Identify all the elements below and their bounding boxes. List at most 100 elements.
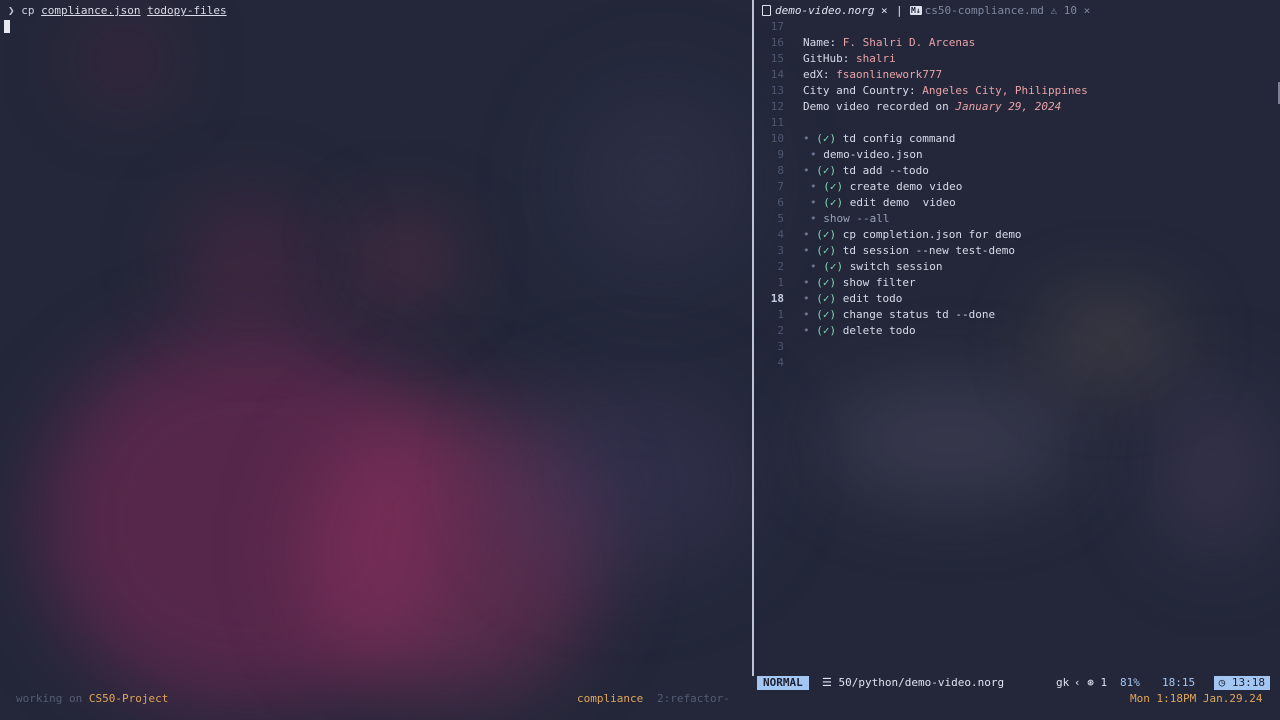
line-content: • (✓) change status td --done (803, 307, 995, 323)
bullet-icon: • (803, 324, 810, 337)
clock-icon: ◷ (1218, 676, 1226, 689)
field-key: Demo video recorded on (803, 100, 949, 113)
filepath-text: 50/python/demo-video.norg (838, 676, 1005, 689)
editor-line[interactable]: 1 • (✓) change status td --done (754, 307, 1280, 323)
terminal-pane[interactable]: ❯ cp compliance.json todopy-files (0, 0, 752, 720)
line-number: 2 (777, 324, 784, 337)
line-number: 10 (770, 132, 784, 145)
line-number: 4 (777, 356, 784, 369)
editor-line[interactable]: 13 City and Country: Angeles City, Philip… (754, 83, 1280, 99)
check-done-icon[interactable]: (✓) (816, 276, 836, 289)
line-content: • show --all (810, 211, 889, 227)
bullet-icon: • (803, 308, 810, 321)
line-content: GitHub: shalri (803, 51, 896, 67)
editor-line[interactable]: 2 • (✓) switch session (754, 259, 1280, 275)
editor-line[interactable]: 17 (754, 19, 1280, 35)
check-done-icon[interactable]: (✓) (816, 132, 836, 145)
todo-text: switch session (849, 260, 943, 273)
line-number: 8 (777, 164, 784, 177)
check-done-icon[interactable]: (✓) (816, 228, 836, 241)
mode-indicator: NORMAL (757, 676, 809, 690)
todo-text: td add --todo (842, 164, 929, 177)
bullet-icon: • (810, 260, 817, 273)
bullet-icon: • (803, 164, 810, 177)
line-number: 6 (777, 196, 784, 209)
field-value: fsaonlinework777 (836, 68, 943, 81)
line-content: • (✓) edit demo video (810, 195, 956, 211)
editor-line[interactable]: 4 (754, 355, 1280, 371)
statusline-git: ‹ ⊛ 1 (1074, 676, 1107, 690)
editor-line[interactable]: 16 Name: F. Shalri D. Arcenas (754, 35, 1280, 51)
close-icon[interactable]: × (881, 4, 888, 17)
line-content: • (✓) delete todo (803, 323, 916, 339)
line-content: • (✓) switch session (810, 259, 942, 275)
line-content: • (✓) create demo video (810, 179, 962, 195)
line-number: 3 (777, 340, 784, 353)
editor-pane[interactable]: demo-video.norg × | M↓ cs50-compliance.md… (754, 0, 1280, 676)
bullet-icon: • (803, 244, 810, 257)
field-value: shalri (855, 52, 896, 65)
close-icon[interactable]: × (1084, 4, 1091, 17)
editor-line[interactable]: 18 • (✓) edit todo (754, 291, 1280, 307)
check-done-icon[interactable]: (✓) (816, 324, 836, 337)
statusline-percent: 81% (1120, 676, 1140, 689)
session-prefix: working on (16, 692, 83, 705)
field-value: Angeles City, Philippines (922, 84, 1088, 97)
markdown-icon: M↓ (910, 6, 922, 15)
prompt-arrow-icon: ❯ (8, 4, 15, 17)
todo-text: td config command (842, 132, 956, 145)
editor-line[interactable]: 8 • (✓) td add --todo (754, 163, 1280, 179)
check-done-icon[interactable]: (✓) (816, 308, 836, 321)
command-name: cp (21, 4, 35, 17)
line-number: 2 (777, 260, 784, 273)
editor-line[interactable]: 3 • (✓) td session --new test-demo (754, 243, 1280, 259)
line-content: • demo-video.json (810, 147, 923, 163)
line-content: edX: fsaonlinework777 (803, 67, 942, 83)
editor-line[interactable]: 9 • demo-video.json (754, 147, 1280, 163)
line-number: 7 (777, 180, 784, 193)
editor-line[interactable]: 6 • (✓) edit demo video (754, 195, 1280, 211)
editor-line[interactable]: 10 • (✓) td config command (754, 131, 1280, 147)
editor-line[interactable]: 14 edX: fsaonlinework777 (754, 67, 1280, 83)
check-done-icon[interactable]: (✓) (823, 260, 843, 273)
editor-line[interactable]: 4 • (✓) cp completion.json for demo (754, 227, 1280, 243)
line-number: 17 (770, 20, 784, 33)
editor-line[interactable]: 12 Demo video recorded on January 29, 202… (754, 99, 1280, 115)
todo-text: show --all (823, 212, 890, 225)
bullet-icon: • (810, 148, 817, 161)
editor-line[interactable]: 1 • (✓) show filter (754, 275, 1280, 291)
tmux-datetime: Mon 1:18PM Jan.29.24 (1130, 692, 1263, 705)
tmux-session: working on CS50-Project (16, 690, 168, 708)
line-content: • (✓) td session --new test-demo (803, 243, 1015, 259)
todo-text: demo-video.json (823, 148, 923, 161)
line-number: 18 (770, 292, 784, 305)
todo-text: cp completion.json for demo (842, 228, 1022, 241)
command-arg-dest: todopy-files (147, 4, 227, 17)
bullet-icon: • (803, 292, 810, 305)
tmux-window-compliance[interactable]: compliance (577, 690, 643, 708)
check-done-icon[interactable]: (✓) (816, 244, 836, 257)
line-content: • (✓) show filter (803, 275, 916, 291)
file-icon (762, 5, 771, 16)
session-name: CS50-Project (88, 692, 169, 705)
buffer-tabline: demo-video.norg × | M↓ cs50-compliance.md… (754, 2, 1280, 20)
editor-line[interactable]: 5 • show --all (754, 211, 1280, 227)
check-done-icon[interactable]: (✓) (816, 292, 836, 305)
tab-cs50-compliance[interactable]: M↓ cs50-compliance.md ⚠ 10 × (910, 2, 1090, 20)
line-content: • (✓) cp completion.json for demo (803, 227, 1022, 243)
tmux-window-refactor[interactable]: 2:refactor- (657, 690, 730, 708)
editor-line[interactable]: 2 • (✓) delete todo (754, 323, 1280, 339)
git-count: 1 (1100, 676, 1108, 689)
tab-demo-video[interactable]: demo-video.norg × (762, 2, 888, 20)
editor-line[interactable]: 7 • (✓) create demo video (754, 179, 1280, 195)
command-arg-source: compliance.json (41, 4, 141, 17)
line-number: 16 (770, 36, 784, 49)
line-number: 12 (770, 100, 784, 113)
check-done-icon[interactable]: (✓) (816, 164, 836, 177)
editor-line[interactable]: 11 (754, 115, 1280, 131)
todo-text: edit demo video (849, 196, 956, 209)
editor-line[interactable]: 15 GitHub: shalri (754, 51, 1280, 67)
check-done-icon[interactable]: (✓) (823, 180, 843, 193)
check-done-icon[interactable]: (✓) (823, 196, 843, 209)
editor-line[interactable]: 3 (754, 339, 1280, 355)
